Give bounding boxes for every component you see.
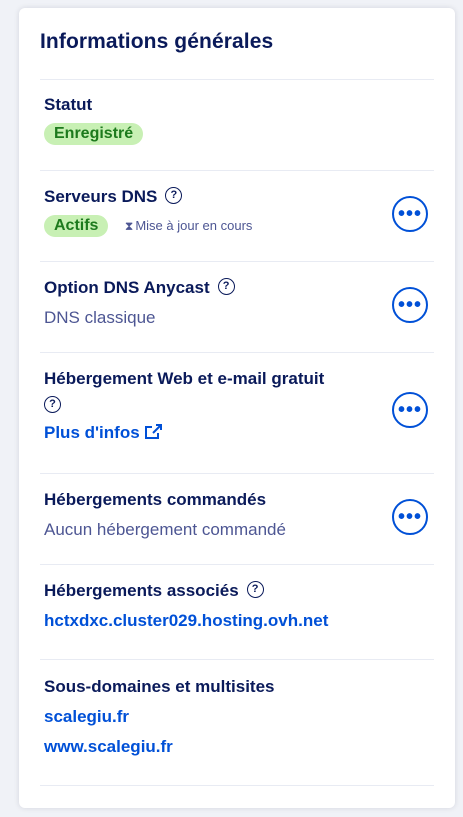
subdomain-link[interactable]: scalegiu.fr bbox=[44, 706, 129, 728]
ellipsis-icon: ••• bbox=[397, 506, 422, 528]
subdomains-label: Sous-domaines et multisites bbox=[44, 677, 275, 696]
dns-anycast-row: Option DNS Anycast? DNS classique bbox=[44, 277, 434, 329]
pending-status: ⧗ Mise à jour en cours bbox=[125, 218, 253, 234]
divider bbox=[40, 79, 434, 80]
associated-hosting-link[interactable]: hctxdxc.cluster029.hosting.ovh.net bbox=[44, 610, 328, 632]
help-icon[interactable]: ? bbox=[246, 581, 264, 599]
ordered-hosting-value: Aucun hébergement commandé bbox=[44, 520, 286, 539]
divider bbox=[40, 564, 434, 565]
help-icon[interactable]: ? bbox=[217, 278, 235, 296]
dns-anycast-actions-button[interactable]: ••• bbox=[392, 287, 428, 323]
free-hosting-row: Hébergement Web et e-mail gratuit ? Plus… bbox=[44, 368, 434, 444]
dns-anycast-value: DNS classique bbox=[44, 308, 156, 327]
help-icon[interactable]: ? bbox=[165, 187, 183, 205]
more-info-link[interactable]: Plus d'infos bbox=[44, 422, 162, 444]
divider bbox=[40, 261, 434, 262]
status-badge: Enregistré bbox=[44, 123, 144, 145]
associated-hosting-row: Hébergements associés? hctxdxc.cluster02… bbox=[44, 580, 434, 632]
subdomain-link[interactable]: www.scalegiu.fr bbox=[44, 736, 173, 758]
divider bbox=[40, 785, 434, 786]
ordered-hosting-row: Hébergements commandés Aucun hébergement… bbox=[44, 489, 434, 541]
ellipsis-icon: ••• bbox=[397, 399, 422, 421]
ordered-hosting-actions-button[interactable]: ••• bbox=[392, 499, 428, 535]
help-icon[interactable]: ? bbox=[44, 396, 61, 414]
pending-text: Mise à jour en cours bbox=[135, 217, 253, 233]
free-hosting-label: Hébergement Web et e-mail gratuit bbox=[44, 369, 325, 388]
divider bbox=[40, 473, 434, 474]
dns-servers-actions-button[interactable]: ••• bbox=[392, 196, 428, 232]
free-hosting-actions-button[interactable]: ••• bbox=[392, 392, 428, 428]
external-link-icon bbox=[144, 423, 162, 439]
hourglass-icon: ⧗ bbox=[124, 218, 134, 233]
dns-servers-badge: Actifs bbox=[44, 215, 109, 237]
dns-anycast-label: Option DNS Anycast bbox=[44, 278, 210, 297]
subdomains-row: Sous-domaines et multisites scalegiu.fr … bbox=[44, 676, 434, 758]
ordered-hosting-label: Hébergements commandés bbox=[44, 490, 267, 509]
more-info-label: Plus d'infos bbox=[44, 423, 140, 442]
divider bbox=[40, 352, 434, 353]
ellipsis-icon: ••• bbox=[397, 294, 422, 316]
divider bbox=[40, 659, 434, 660]
associated-hosting-label: Hébergements associés bbox=[44, 581, 239, 600]
dns-servers-row: Serveurs DNS? Actifs ⧗ Mise à jour en cou… bbox=[44, 186, 434, 237]
dns-servers-label: Serveurs DNS bbox=[44, 187, 158, 206]
status-label: Statut bbox=[44, 95, 93, 114]
ellipsis-icon: ••• bbox=[397, 203, 422, 225]
divider bbox=[40, 170, 434, 171]
status-row: Statut Enregistré bbox=[44, 94, 434, 145]
card-title: Informations générales bbox=[40, 30, 274, 53]
general-info-card: Informations générales Statut Enregistré… bbox=[19, 8, 455, 808]
